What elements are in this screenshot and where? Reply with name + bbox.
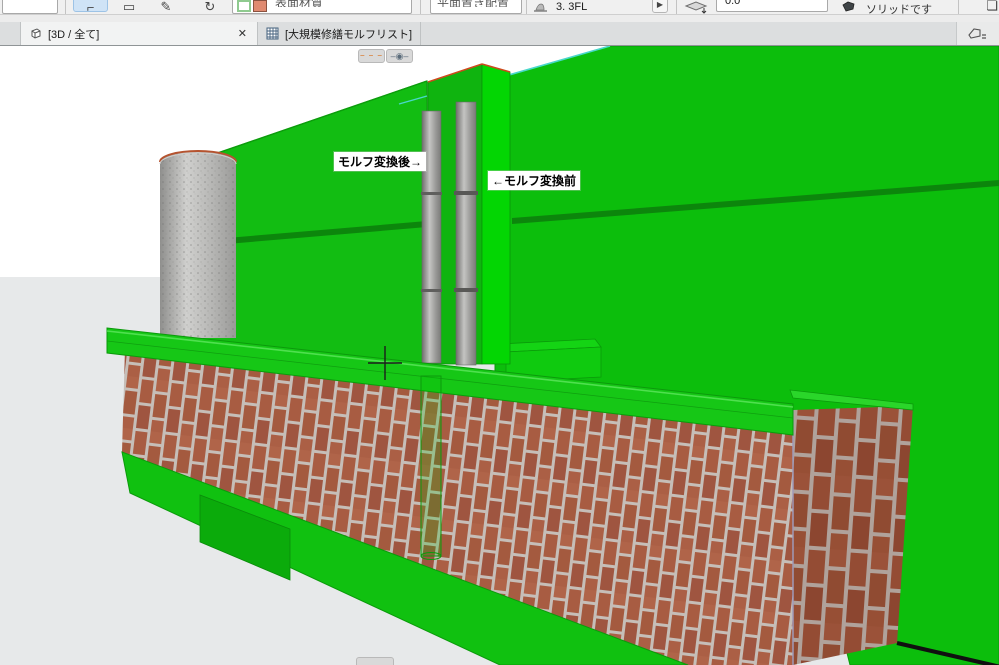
tab-overview-icon[interactable] xyxy=(967,26,989,41)
toolbar-separator xyxy=(65,0,66,14)
home-story-field[interactable]: 3. 3FL xyxy=(532,0,672,15)
pen-swatch[interactable] xyxy=(237,0,251,12)
dashed-line-icon: – – – xyxy=(360,51,383,60)
chevron-right-icon: ▶ xyxy=(656,0,664,9)
info-box-toolbar: ⌐ ▭ ✎ ↻ 表面材質 平面置き配置 3. 3FL ▶ 0.0 ソリッドです … xyxy=(0,0,999,15)
rectangle-icon: ▭ xyxy=(122,0,136,14)
solid-status-label: ソリッドです xyxy=(866,4,932,15)
trace-dashed-button[interactable]: – – – xyxy=(358,49,385,63)
tab-label: [大規模修繕モルフリスト] xyxy=(285,28,413,41)
3d-cube-icon xyxy=(31,28,41,39)
tab-morph-list[interactable]: [大規模修繕モルフリスト] xyxy=(258,22,422,45)
story-value: 3. 3FL xyxy=(556,1,588,13)
tab-close-button[interactable]: ✕ xyxy=(236,27,249,40)
solid-body-icon xyxy=(842,1,855,12)
eye-icon: –◉– xyxy=(390,51,409,61)
orbit-icon: ↻ xyxy=(204,0,216,14)
cut-icon: ❏ xyxy=(986,0,998,13)
concrete-column[interactable] xyxy=(159,150,237,338)
pillar-before[interactable] xyxy=(454,101,478,366)
pillar-after[interactable] xyxy=(421,110,442,364)
freehand-method-button[interactable]: ✎ xyxy=(152,0,180,14)
placement-label: 平面置き配置 xyxy=(437,0,510,7)
surface-material-field[interactable]: 表面材質 xyxy=(232,0,412,14)
pillar-hidden-outline xyxy=(420,375,442,560)
story-dropdown-button[interactable]: ▶ xyxy=(652,0,668,13)
surface-material-label: 表面材質 xyxy=(275,0,324,7)
tabbar-right-tools xyxy=(956,22,999,45)
story-icon xyxy=(534,3,547,12)
view-tab-bar: [3D / 全て] ✕ [大規模修繕モルフリスト] xyxy=(0,22,999,46)
rectangle-method-button[interactable]: ▭ xyxy=(118,0,140,14)
bottom-floating-button[interactable] xyxy=(356,657,394,665)
placement-field[interactable]: 平面置き配置 xyxy=(430,0,522,14)
archicad-window: ⌐ ▭ ✎ ↻ 表面材質 平面置き配置 3. 3FL ▶ 0.0 ソリッドです … xyxy=(0,0,999,665)
toolbar-separator xyxy=(676,0,677,14)
elevation-icon xyxy=(684,1,708,14)
polyline-icon: ⌐ xyxy=(86,0,95,15)
tool-combo-field[interactable] xyxy=(2,0,58,14)
next-group-button[interactable]: ❏ xyxy=(982,0,999,13)
toolbar-separator xyxy=(526,0,527,14)
geometry-method-toggle[interactable]: ⌐ xyxy=(73,0,108,15)
revolve-method-button[interactable]: ↻ xyxy=(196,0,224,14)
elevation-input[interactable]: 0.0 xyxy=(716,0,828,12)
elevation-value: 0.0 xyxy=(725,0,741,7)
trace-visibility-button[interactable]: –◉– xyxy=(386,49,413,63)
schedule-grid-icon xyxy=(266,27,279,40)
3d-scene[interactable] xyxy=(0,46,999,665)
toolbar-separator xyxy=(420,0,421,14)
tab-label: [3D / 全て] xyxy=(48,28,100,41)
pencil-icon: ✎ xyxy=(160,0,172,14)
annotation-after: モルフ変換後→ xyxy=(334,152,427,171)
tab-3d-all[interactable]: [3D / 全て] ✕ xyxy=(20,22,258,45)
toolbar-separator xyxy=(958,0,959,14)
3d-viewport[interactable]: – – – –◉– モルフ変換後→ ←モルフ変換前 xyxy=(0,46,999,665)
annotation-before: ←モルフ変換前 xyxy=(488,171,581,190)
surface-swatch[interactable] xyxy=(253,0,267,12)
